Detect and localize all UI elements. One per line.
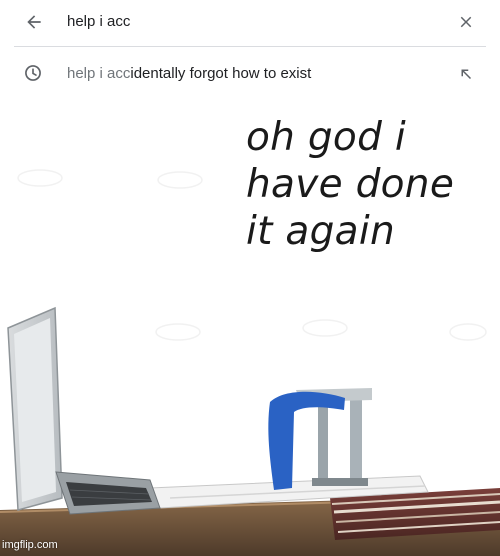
caption-line: oh god i bbox=[246, 115, 406, 160]
meme-image: oh god i have done it again imgflip.com bbox=[0, 100, 500, 556]
back-button[interactable] bbox=[22, 10, 46, 34]
search-suggestion[interactable]: help i accidentally forgot how to exist bbox=[0, 52, 500, 94]
screenshot: help i acc help i accidentally forgot ho… bbox=[0, 0, 500, 556]
close-icon bbox=[460, 16, 472, 28]
blue-scribble bbox=[268, 391, 345, 490]
caption-line: it again bbox=[246, 209, 396, 254]
caption-line: have done bbox=[246, 162, 455, 207]
meme-caption: oh god i have done it again bbox=[246, 114, 454, 255]
arrow-left-icon bbox=[27, 15, 41, 29]
suggestion-typed-part: help i acc bbox=[67, 65, 131, 82]
suggestion-completion-part: identally forgot how to exist bbox=[130, 65, 312, 82]
search-input[interactable]: help i acc bbox=[67, 13, 130, 30]
fill-query-button[interactable] bbox=[454, 62, 478, 86]
laptop bbox=[7, 306, 161, 515]
search-bar: help i acc bbox=[0, 0, 500, 44]
history-clock-icon bbox=[22, 62, 44, 84]
arrow-up-left-icon bbox=[461, 69, 472, 80]
search-divider bbox=[14, 46, 486, 47]
suggestion-text: help i accidentally forgot how to exist bbox=[67, 65, 311, 82]
imgflip-watermark: imgflip.com bbox=[2, 539, 58, 551]
clear-button[interactable] bbox=[454, 10, 478, 34]
